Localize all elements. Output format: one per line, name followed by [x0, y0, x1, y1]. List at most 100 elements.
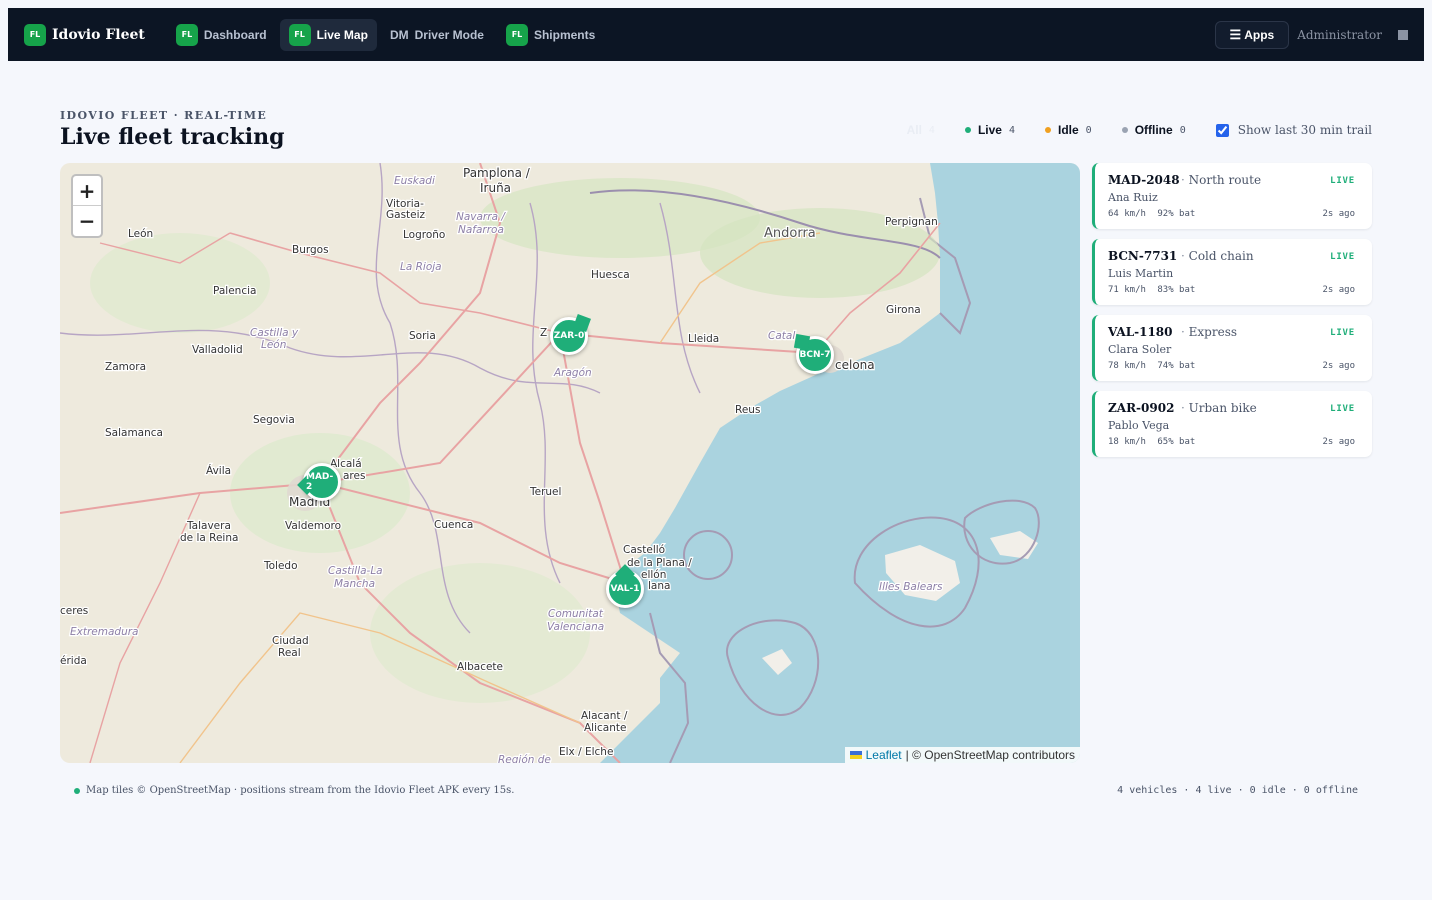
trail-toggle[interactable]: Show last 30 min trail [1215, 123, 1372, 137]
vehicle-last-seen: 2s ago [1322, 209, 1355, 219]
trail-label: Show last 30 min trail [1237, 123, 1372, 137]
offline-dot-icon [1121, 127, 1128, 133]
map-label-toledo: Toledo [263, 560, 298, 572]
user-menu-icon[interactable] [1398, 29, 1408, 40]
map-label-la-rioja: La Rioja [400, 261, 442, 273]
filter-offline-label: Offline [1134, 123, 1173, 137]
vehicle-id: MAD-2048 [1108, 173, 1180, 187]
nav-shipments[interactable]: FL Shipments [497, 19, 604, 51]
nav-dashboard[interactable]: FL Dashboard [167, 19, 276, 51]
shipments-icon: FL [505, 23, 528, 46]
map-label-navarra: Navarra / [456, 211, 506, 223]
vehicle-card[interactable]: VAL-1180 Express LIVE Clara Soler 78 km/… [1092, 315, 1372, 381]
vehicle-marker-val[interactable]: VAL-1 [606, 570, 644, 608]
map-label-alicante: Alicante [584, 722, 626, 734]
filter-offline-count: 0 [1179, 124, 1186, 136]
vehicle-list: MAD-2048 North route LIVE Ana Ruiz 64 km… [1092, 163, 1372, 467]
vehicle-route: North route [1181, 173, 1261, 187]
vehicle-route: Cold chain [1181, 249, 1254, 263]
brand-name: Idovio Fleet [52, 26, 145, 43]
stream-dot-icon [74, 787, 80, 794]
vehicle-speed: 71 km/h [1108, 285, 1146, 295]
map-label-perpignan: Perpignan [885, 216, 938, 228]
vehicle-marker-zar[interactable]: ZAR-0 [550, 317, 588, 355]
vehicle-id: BCN-7731 [1108, 249, 1178, 263]
map-label-teruel: Teruel [529, 486, 561, 498]
map-label-de-la-reina: de la Reina [180, 532, 238, 544]
trail-checkbox[interactable] [1215, 123, 1229, 137]
map-label-real: Real [278, 647, 301, 659]
map-label-talavera: Talavera [186, 520, 231, 532]
vehicle-speed: 18 km/h [1108, 437, 1146, 447]
nav-driver-mode-label: Driver Mode [414, 27, 484, 42]
zoom-out-button[interactable]: − [73, 206, 101, 236]
map-labels: Pamplona / Iruña Vitoria- Gasteiz León B… [60, 165, 944, 763]
filter-idle[interactable]: Idle 0 [1044, 123, 1092, 137]
map-label-valladolid: Valladolid [192, 344, 243, 356]
map-label-soria: Soria [409, 330, 436, 342]
vehicle-driver: Luis Martin [1108, 267, 1174, 280]
vehicle-metrics: 71 km/h 83% bat [1108, 285, 1201, 295]
vehicle-route: Urban bike [1181, 401, 1257, 415]
apps-button[interactable]: ☰ Apps [1214, 20, 1290, 49]
nav-driver-mode[interactable]: DM Driver Mode [381, 19, 493, 51]
map-label-henares: ares [343, 470, 365, 482]
filter-live[interactable]: Live 4 [964, 123, 1015, 137]
filter-idle-count: 0 [1085, 124, 1092, 136]
vehicle-marker-zar-label: ZAR-0 [553, 331, 585, 341]
vehicle-marker-bcn[interactable]: BCN-7 [796, 336, 834, 374]
map-label-leon-region: León [261, 339, 286, 351]
leaflet-link[interactable]: Leaflet [866, 748, 902, 762]
map-label-zaragoza: Z [540, 327, 547, 339]
vehicle-driver: Ana Ruiz [1108, 191, 1158, 204]
vehicle-card[interactable]: MAD-2048 North route LIVE Ana Ruiz 64 km… [1092, 163, 1372, 229]
map-label-nafarroa: Nafarroa [458, 224, 504, 236]
map-label-burgos: Burgos [292, 244, 329, 256]
vehicle-driver: Clara Soler [1108, 343, 1172, 356]
map-label-castilla-la: Castilla-La [328, 565, 383, 577]
map-label-ciudad: Ciudad [272, 635, 309, 647]
vehicle-marker-mad[interactable]: MAD-2 [303, 463, 341, 501]
filter-offline[interactable]: Offline 0 [1121, 123, 1186, 137]
filter-all[interactable]: All 4 [907, 123, 935, 137]
vehicle-last-seen: 2s ago [1322, 437, 1355, 447]
vehicle-battery: 83% bat [1157, 285, 1196, 295]
vehicle-marker-mad-label: MAD-2 [306, 472, 334, 492]
map-label-lleida: Lleida [688, 333, 719, 345]
hamburger-icon: ☰ [1229, 26, 1242, 42]
nav-shipments-label: Shipments [533, 27, 596, 42]
zoom-in-button[interactable]: + [73, 176, 101, 206]
user-name[interactable]: Administrator [1297, 28, 1382, 42]
map-label-castilla: Castilla y [250, 327, 299, 339]
map-label-elche: Elx / Elche [559, 746, 613, 758]
nav-live-map[interactable]: FL Live Map [279, 18, 377, 51]
status-badge: LIVE [1330, 176, 1355, 186]
attribution-text: | © OpenStreetMap contributors [905, 748, 1075, 762]
fleet-stats: 4 vehicles · 4 live · 0 idle · 0 offline [1117, 785, 1358, 796]
map-label-mancha: Mancha [334, 578, 375, 590]
vehicle-driver: Pablo Vega [1108, 419, 1170, 432]
map-label-iruna: Iruña [480, 181, 511, 195]
map-label-logrono: Logroño [403, 229, 445, 241]
map-label-huesca: Huesca [591, 269, 630, 281]
vehicle-speed: 78 km/h [1108, 361, 1146, 371]
live-map[interactable]: Pamplona / Iruña Vitoria- Gasteiz León B… [60, 163, 1080, 763]
filter-all-count: 4 [928, 124, 935, 136]
map-label-alacant: Alacant / [581, 710, 628, 722]
filter-idle-label: Idle [1057, 123, 1079, 137]
brand[interactable]: FL Idovio Fleet [24, 23, 145, 46]
top-navigation-bar: FL Idovio Fleet FL Dashboard FL Live Map… [8, 8, 1424, 61]
vehicle-route: Express [1181, 325, 1237, 339]
vehicle-last-seen: 2s ago [1322, 361, 1355, 371]
live-dot-icon [964, 127, 971, 133]
dashboard-icon: FL [175, 23, 198, 46]
map-label-avila: Ávila [206, 464, 231, 477]
vehicle-card[interactable]: BCN-7731 Cold chain LIVE Luis Martin 71 … [1092, 239, 1372, 305]
ukraine-flag-icon [849, 751, 862, 759]
vehicle-card[interactable]: ZAR-0902 Urban bike LIVE Pablo Vega 18 k… [1092, 391, 1372, 457]
status-filters: All 4 Live 4 Idle 0 Offline 0 Show last … [907, 123, 1372, 137]
apps-label: Apps [1244, 27, 1275, 42]
live-map-icon: FL [288, 23, 311, 46]
footer-note-text: Map tiles © OpenStreetMap · positions st… [86, 785, 515, 796]
vehicle-battery: 92% bat [1157, 209, 1196, 219]
